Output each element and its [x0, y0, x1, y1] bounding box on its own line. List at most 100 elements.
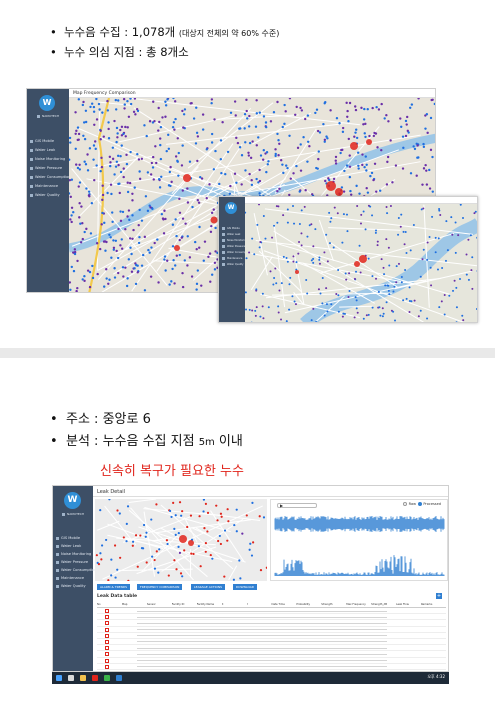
sensor-point [261, 292, 264, 295]
bullet-dot: • [50, 434, 58, 449]
table-header-cell[interactable]: Sensor [147, 602, 172, 607]
detail-map[interactable] [95, 499, 267, 581]
tab-leakage-actions[interactable]: LEAKAGE ACTIONS [191, 584, 226, 590]
sidebar-item-maintenance[interactable]: Maintenance [56, 576, 84, 580]
sidebar-item-gis[interactable]: GIS Mobile [222, 227, 240, 230]
sensor-point [124, 125, 127, 129]
table-row[interactable] [97, 664, 446, 670]
road [128, 499, 157, 504]
sensor-point [264, 237, 267, 240]
sidebar-item-pressure[interactable]: Water Pressure [30, 166, 62, 170]
sensor-point [439, 214, 442, 217]
sensor-point [93, 178, 96, 182]
table-header-cell[interactable]: Facility ID [172, 602, 197, 607]
map-marker-icon[interactable] [105, 664, 109, 669]
sensor-point [79, 222, 82, 225]
windows-start-icon[interactable] [56, 675, 62, 681]
map-marker-icon[interactable] [105, 627, 109, 632]
sensor-point [204, 550, 207, 553]
tab-frequency-comparison[interactable]: FREQUENCY COMPARISON [137, 584, 183, 590]
add-icon[interactable]: + [436, 593, 442, 599]
table-header-cell[interactable]: Probability [296, 602, 321, 607]
app-icon[interactable] [92, 675, 98, 681]
sensor-point [122, 167, 125, 170]
sidebar-item-noise[interactable]: Noise Monitoring [56, 552, 91, 556]
sensor-point [85, 227, 88, 231]
map-marker-icon[interactable] [105, 633, 109, 638]
sensor-point [125, 540, 128, 543]
sensor-point [114, 239, 118, 242]
sensor-point [354, 296, 357, 299]
sensor-point [70, 206, 74, 209]
tab-alarm-trends[interactable]: ALARM & TRENDS [97, 584, 131, 590]
sensor-point [245, 291, 247, 294]
sidebar-item-water-leak[interactable]: Water Leak [30, 148, 55, 152]
tab-download[interactable]: DOWNLOAD [233, 584, 258, 590]
table-header-cell[interactable]: X [222, 602, 247, 607]
table-header-cell[interactable]: Facility Name [197, 602, 222, 607]
map-marker-icon[interactable] [105, 609, 109, 613]
table-header-cell[interactable]: Strength [321, 602, 346, 607]
sidebar-item-quality[interactable]: Water Quality [56, 584, 86, 588]
table-header-cell[interactable]: Y [247, 602, 272, 607]
browser-icon[interactable] [104, 675, 110, 681]
play-icon[interactable]: ▶ [280, 503, 283, 508]
map-marker-icon[interactable] [105, 615, 109, 620]
bullet-text: 분석 : 누수음 수집 지점 [66, 434, 199, 449]
sidebar-item-gis[interactable]: GIS Mobile [30, 139, 54, 143]
sensor-point [359, 271, 362, 274]
table-header-cell[interactable]: No [97, 602, 122, 607]
sensor-point [457, 234, 460, 237]
sidebar-item-noise[interactable]: Noise Monitoring [30, 157, 65, 161]
sidebar-item-noise[interactable]: Noise Monitoring [222, 239, 247, 242]
sensor-point [116, 509, 119, 512]
sidebar-item-maintenance[interactable]: Maintenance [222, 257, 242, 260]
sensor-point [206, 511, 210, 514]
sensor-point [247, 125, 251, 128]
table-header-cell[interactable]: Strength_dB [371, 602, 396, 607]
sensor-point [441, 267, 444, 270]
sidebar-item-maintenance[interactable]: Maintenance [30, 184, 58, 188]
map-marker-icon[interactable] [105, 646, 109, 651]
legend-processed-radio-icon[interactable] [418, 502, 423, 506]
sensor-point [357, 164, 360, 167]
sensor-point [282, 255, 285, 258]
bullet-text: 누수 의심 지점 : 총 8개소 [64, 45, 189, 59]
table-header-cell[interactable]: Map [122, 602, 147, 607]
map-marker-icon[interactable] [105, 621, 109, 626]
sensor-point [422, 248, 425, 251]
sidebar-item-consumption[interactable]: Water Consumption [56, 568, 97, 572]
search-icon[interactable] [68, 675, 74, 681]
sensor-point [265, 566, 267, 569]
legend-raw-radio-icon[interactable] [403, 502, 408, 506]
sidebar-item-water-leak[interactable]: Water Leak [222, 233, 240, 236]
sidebar-item-pressure[interactable]: Water Pressure [222, 245, 245, 248]
map-marker-icon[interactable] [105, 652, 109, 657]
audio-player[interactable]: ▶ [277, 503, 317, 508]
sidebar-item-quality[interactable]: Water Quality [30, 193, 60, 197]
road [328, 227, 401, 231]
sensor-point [345, 164, 349, 167]
sensor-point [172, 259, 175, 262]
sensor-point [119, 128, 122, 132]
sidebar-item-pressure[interactable]: Water Pressure [56, 560, 88, 564]
sensor-point [127, 209, 131, 212]
sensor-point [182, 126, 185, 129]
sidebar-item-water-leak[interactable]: Water Leak [56, 544, 81, 548]
sidebar-item-consumption[interactable]: Water Consumption [30, 175, 71, 179]
sidebar-item-gis[interactable]: GIS Mobile [56, 536, 80, 540]
word-icon[interactable] [116, 675, 122, 681]
table-header-cell[interactable]: Leak Flow [396, 602, 421, 607]
folder-icon[interactable] [80, 675, 86, 681]
table-header-cell[interactable]: Max Frequency [346, 602, 371, 607]
sensor-point [82, 100, 85, 104]
table-header-cell[interactable]: Remarks [421, 602, 446, 607]
map-marker-icon[interactable] [105, 639, 109, 644]
sensor-point [74, 132, 77, 136]
table-header-cell[interactable]: Date Time [271, 602, 296, 607]
map-marker-icon[interactable] [105, 658, 109, 663]
sensor-point [375, 190, 378, 193]
sidebar-item-quality[interactable]: Water Quality [222, 263, 243, 266]
sensor-point [259, 569, 263, 572]
inset-leak-map[interactable] [245, 204, 477, 322]
